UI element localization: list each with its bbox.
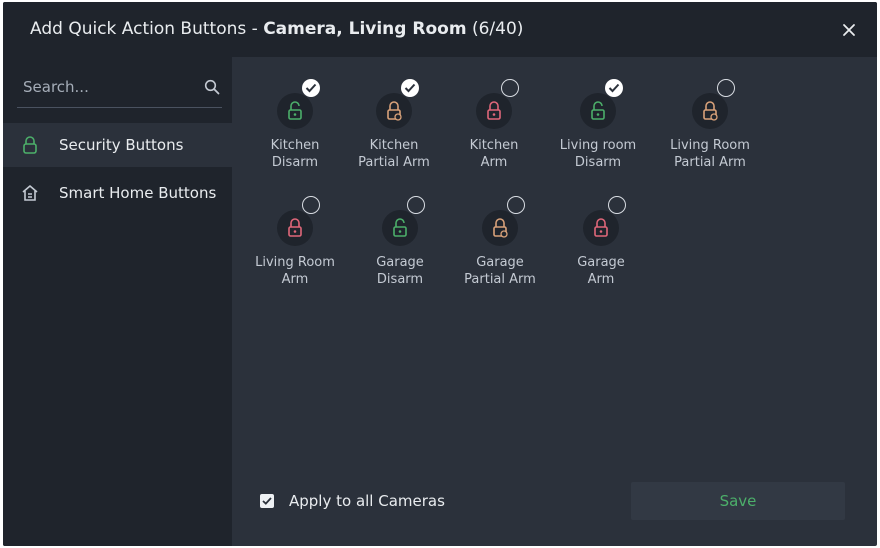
quick-action-kitchen-partial-arm[interactable]: Kitchen Partial Arm xyxy=(339,57,449,170)
unlock-icon xyxy=(393,218,407,237)
unselected-circle-icon xyxy=(501,79,519,97)
search-input[interactable] xyxy=(17,69,198,105)
unselected-circle-icon xyxy=(407,196,425,214)
action-label: Garage Arm xyxy=(577,255,625,287)
action-icon-circle xyxy=(580,93,616,129)
lock-icon xyxy=(288,218,302,237)
action-label: Garage Disarm xyxy=(376,255,424,287)
sidebar: Security Buttons Smart Home Buttons xyxy=(3,57,232,546)
unselected-circle-icon xyxy=(608,196,626,214)
close-button[interactable] xyxy=(835,16,863,44)
action-label: Living Room Partial Arm xyxy=(670,138,750,170)
quick-action-dialog: Add Quick Action Buttons - Camera, Livin… xyxy=(3,2,877,546)
selected-check-icon xyxy=(605,79,623,97)
unselected-circle-icon xyxy=(302,196,320,214)
partial-lock-icon xyxy=(387,101,402,121)
partial-lock-icon xyxy=(703,101,718,121)
quick-action-garage-disarm[interactable]: Garage Disarm xyxy=(345,174,455,287)
lock-icon xyxy=(23,136,37,154)
sidebar-item-security-buttons[interactable]: Security Buttons xyxy=(3,123,232,167)
action-icon-circle xyxy=(692,93,728,129)
quick-action-grid: Kitchen Disarm Kitchen Partial Arm Kitch… xyxy=(232,57,877,546)
unlock-icon xyxy=(288,101,302,120)
quick-action-living-room-disarm[interactable]: Living room Disarm xyxy=(543,57,653,170)
lock-icon xyxy=(594,218,608,237)
action-icon-circle xyxy=(277,93,313,129)
search-box xyxy=(17,69,222,108)
action-label: Kitchen Partial Arm xyxy=(358,138,430,170)
sidebar-item-label: Security Buttons xyxy=(59,136,184,154)
sidebar-item-label: Smart Home Buttons xyxy=(59,184,217,202)
quick-action-living-room-partial-arm[interactable]: Living Room Partial Arm xyxy=(655,57,765,170)
checkbox-checked-icon xyxy=(260,494,274,508)
search-icon[interactable] xyxy=(204,79,220,95)
unselected-circle-icon xyxy=(507,196,525,214)
lock-icon xyxy=(487,101,501,120)
close-icon xyxy=(843,24,855,36)
dialog-titlebar: Add Quick Action Buttons - Camera, Livin… xyxy=(3,2,877,57)
action-label: Kitchen Arm xyxy=(469,138,519,170)
unlock-icon xyxy=(591,101,605,120)
sidebar-item-smart-home-buttons[interactable]: Smart Home Buttons xyxy=(3,171,232,215)
action-icon-circle xyxy=(277,210,313,246)
action-label: Living room Disarm xyxy=(559,138,637,170)
selected-check-icon xyxy=(401,79,419,97)
quick-action-kitchen-disarm[interactable]: Kitchen Disarm xyxy=(240,57,350,170)
action-icon-circle xyxy=(376,93,412,129)
title-camera-name: Camera, Living Room xyxy=(263,19,467,39)
action-label: Garage Partial Arm xyxy=(464,255,536,287)
apply-label: Apply to all Cameras xyxy=(289,492,445,510)
action-icon-circle xyxy=(583,210,619,246)
unselected-circle-icon xyxy=(717,79,735,97)
title-count: (6/40) xyxy=(466,19,524,39)
action-label: Kitchen Disarm xyxy=(270,138,320,170)
partial-lock-icon xyxy=(493,218,508,238)
action-icon-circle xyxy=(482,210,518,246)
dialog-title: Add Quick Action Buttons - Camera, Livin… xyxy=(30,2,523,57)
home-icon xyxy=(22,185,38,201)
action-icon-circle xyxy=(382,210,418,246)
quick-action-garage-partial-arm[interactable]: Garage Partial Arm xyxy=(445,174,555,287)
title-prefix: Add Quick Action Buttons - xyxy=(30,19,264,39)
save-button[interactable]: Save xyxy=(631,482,845,520)
selected-check-icon xyxy=(302,79,320,97)
quick-action-garage-arm[interactable]: Garage Arm xyxy=(546,174,656,287)
action-label: Living Room Arm xyxy=(255,255,335,287)
action-icon-circle xyxy=(476,93,512,129)
quick-action-living-room-arm[interactable]: Living Room Arm xyxy=(240,174,350,287)
quick-action-kitchen-arm[interactable]: Kitchen Arm xyxy=(439,57,549,170)
